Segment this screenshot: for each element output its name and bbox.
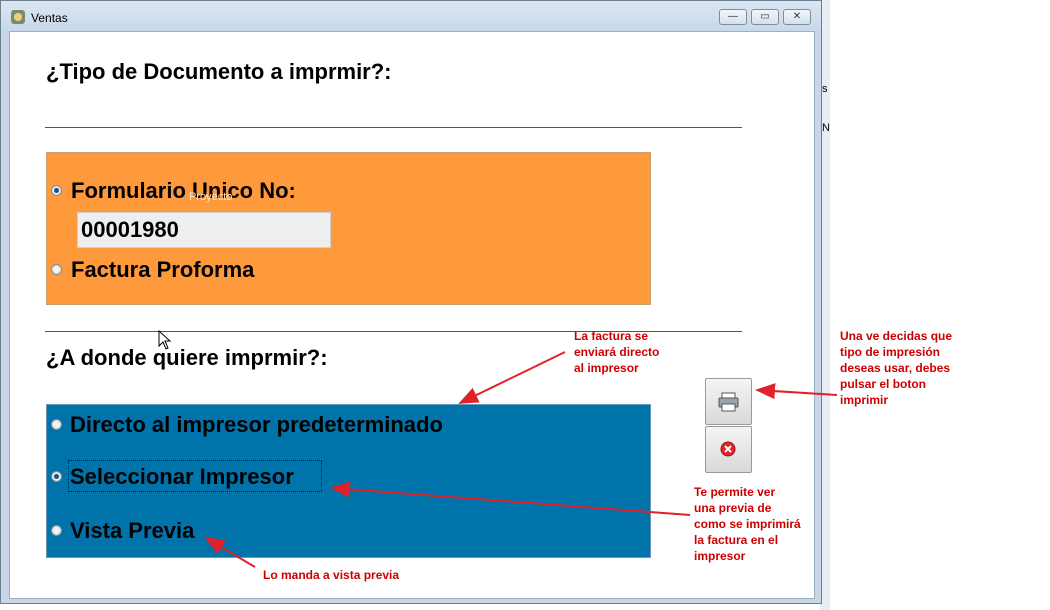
annotation-arrows xyxy=(204,351,838,568)
arrow-print xyxy=(755,383,838,400)
arrow-preview xyxy=(330,481,691,516)
arrow-direct xyxy=(458,351,566,404)
arrow-vista xyxy=(204,536,256,568)
